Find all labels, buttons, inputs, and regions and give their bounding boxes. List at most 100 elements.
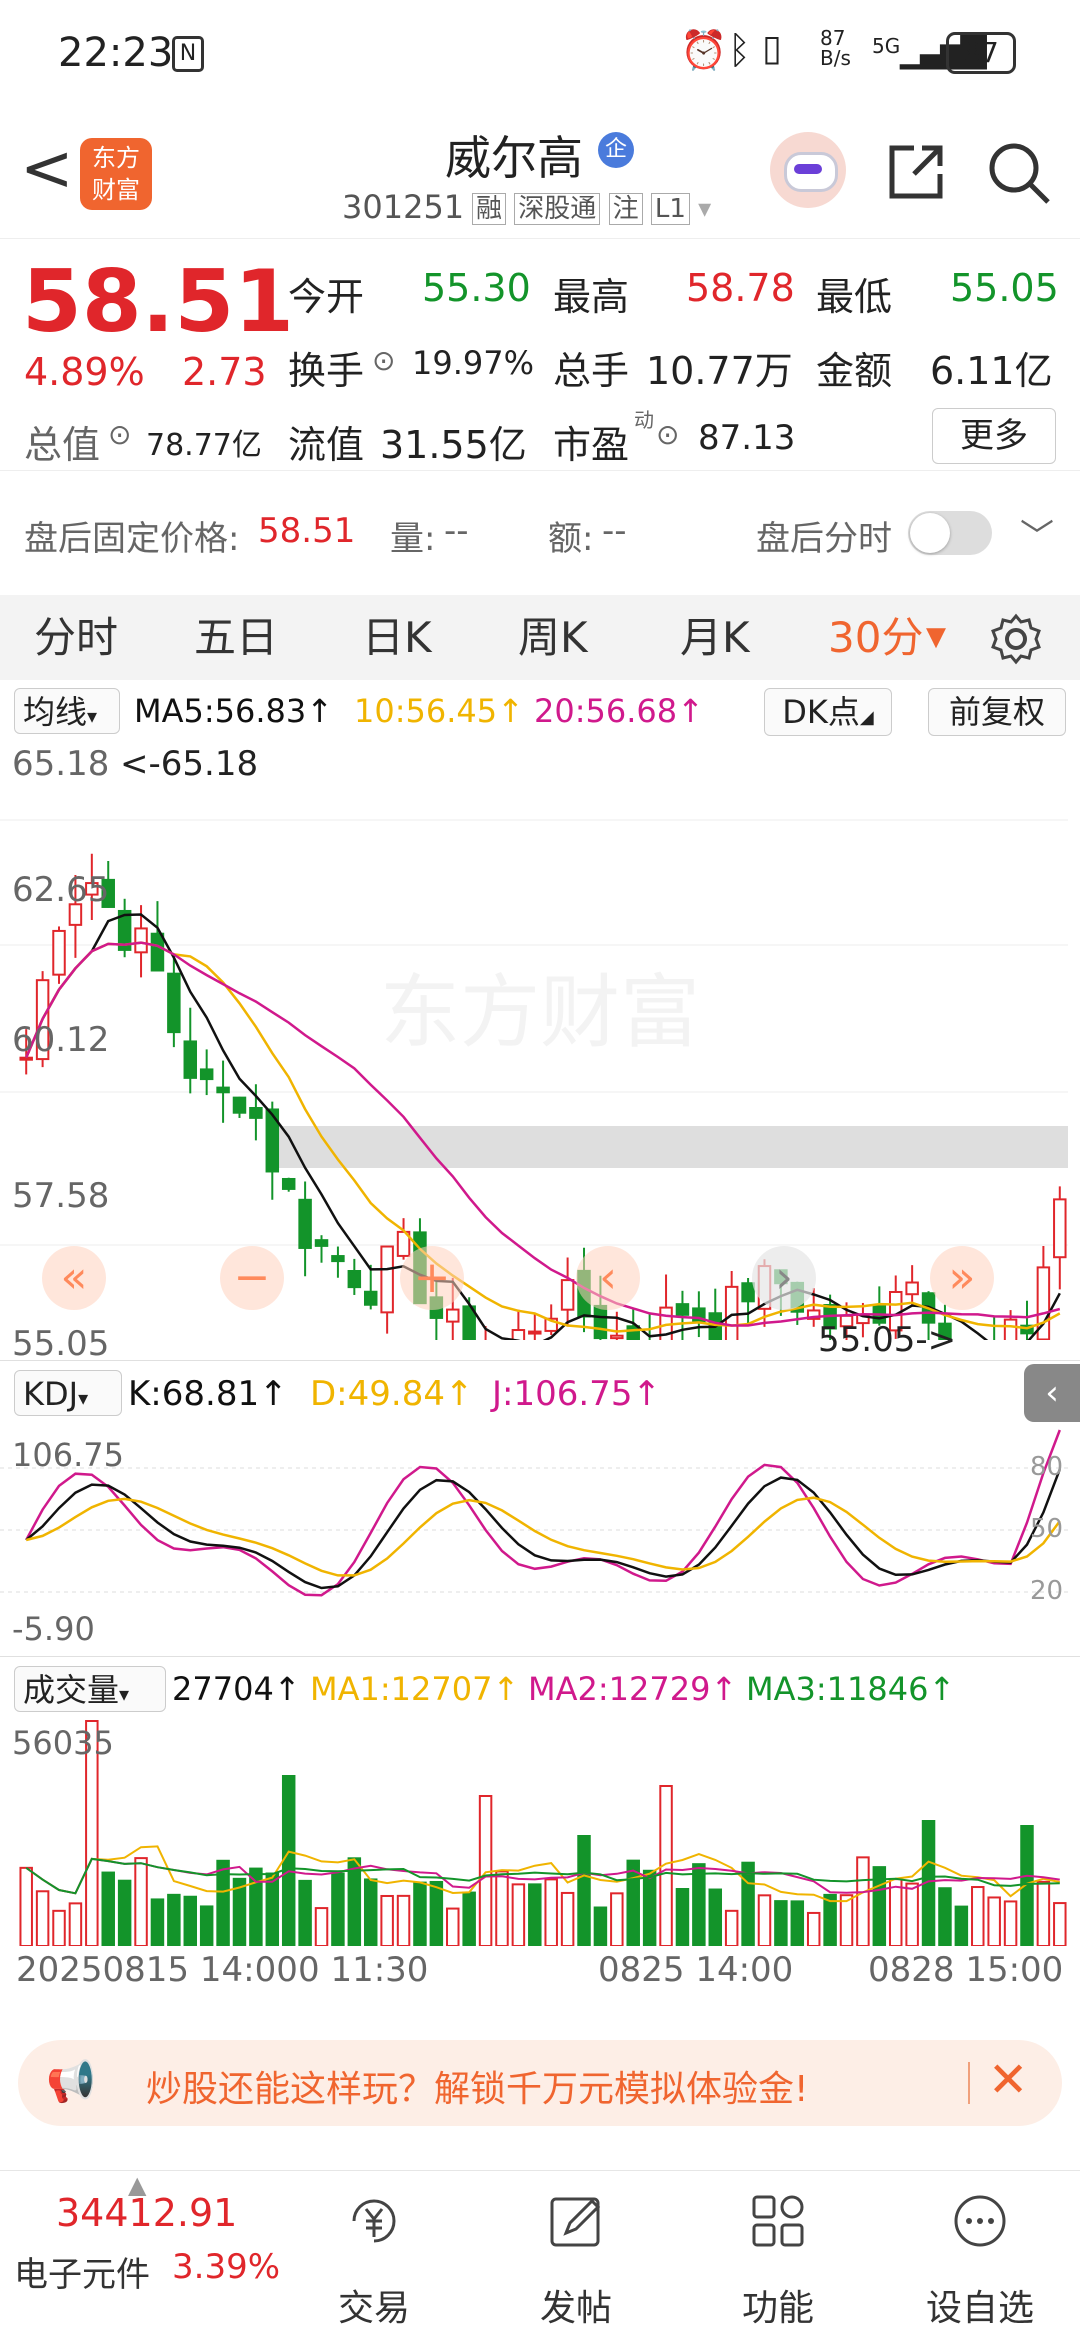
x-label-4: 0828 15:00 (868, 1950, 1064, 1990)
close-banner-button[interactable]: ✕ (988, 2052, 1028, 2108)
volume-ma2: MA2:12729↑ (528, 1670, 738, 1708)
index-value[interactable]: 34412.91 (56, 2191, 237, 2235)
volume-bar (199, 1905, 214, 1948)
stock-tags: 融 深股通 注 L1 ▾ (472, 188, 711, 225)
zoom-in-button[interactable]: + (400, 1246, 464, 1310)
tab-five-day[interactable]: 五日 (194, 595, 278, 680)
candle-body (1003, 1318, 1018, 1340)
chevron-down-icon[interactable]: ﹀ (1020, 509, 1054, 558)
candle-body (380, 1245, 394, 1314)
dk-point-button[interactable]: DK点◢ (764, 688, 892, 736)
kdj-line (25, 1468, 1061, 1590)
candle-body (593, 1304, 608, 1340)
share-icon[interactable] (884, 140, 948, 204)
after-hours-vol-label: 量: (390, 519, 436, 559)
y-tick-1: 65.18 (12, 744, 110, 784)
after-hours-toggle[interactable] (908, 511, 992, 555)
volume-bar (52, 1909, 66, 1948)
ma-indicator-label: 均线 (23, 693, 88, 731)
chart-watermark: 东方财富 (380, 966, 700, 1059)
scroll-left-button[interactable]: ‹ (576, 1246, 640, 1310)
scroll-right-button[interactable]: › (752, 1246, 816, 1310)
grid-icon (752, 2195, 804, 2247)
trade-button[interactable]: 交易 (304, 2171, 444, 2341)
jump-start-button[interactable]: « (42, 1246, 106, 1310)
pe-super: 动 (634, 408, 654, 432)
functions-button[interactable]: 功能 (708, 2171, 848, 2341)
tab-30min[interactable]: 30分 (828, 595, 923, 680)
volume-indicator-select[interactable]: 成交量▾ (14, 1666, 166, 1712)
jump-end-button[interactable]: » (930, 1246, 994, 1310)
volume-bar (331, 1872, 345, 1947)
change-percent: 4.89% (24, 350, 145, 394)
volume-bar (150, 1898, 165, 1947)
volume-bar (396, 1894, 411, 1947)
enterprise-badge: 企 (598, 132, 634, 168)
add-watchlist-button[interactable]: 设自选 (910, 2171, 1050, 2341)
after-hours-price: 58.51 (258, 511, 356, 551)
turnover-info-icon[interactable]: ⊙ (372, 344, 395, 377)
candlestick-chart[interactable]: 东方财富 (0, 740, 1080, 1340)
tab-30min-dropdown-icon[interactable]: ▼ (926, 595, 946, 680)
x-label-1: 20250815 14:00 (16, 1950, 298, 1990)
search-icon[interactable] (986, 140, 1052, 206)
volume-bar (183, 1895, 198, 1947)
kdj-y-bottom: -5.90 (12, 1610, 95, 1648)
volume-bar (167, 1893, 181, 1947)
low-marker: 55.05-> (818, 1320, 957, 1360)
collapse-panel-button[interactable]: ‹ (1024, 1364, 1080, 1422)
status-bar: 22:23 N ⏰ ᛒ ▯ 87 B/s 5G ▁▃▅▇ 87 (0, 0, 1080, 110)
adjust-button[interactable]: 前复权 (928, 688, 1066, 736)
post-button[interactable]: 发帖 (506, 2171, 646, 2341)
tab-monthly-k[interactable]: 月K (680, 595, 750, 680)
volume-bar (413, 1881, 427, 1947)
pe-info-icon[interactable]: ⊙ (656, 418, 679, 451)
settings-gear-icon[interactable] (990, 613, 1042, 665)
ma20-value: 20:56.68↑ (534, 692, 704, 730)
volume-value: 10.77万 (646, 349, 793, 393)
volume-bar (593, 1906, 608, 1948)
megaphone-icon: 📢 (46, 2059, 96, 2105)
index-change: 3.39% (172, 2247, 281, 2287)
tags-expand-icon[interactable]: ▾ (698, 194, 711, 224)
volume-chart[interactable] (0, 1716, 1080, 1950)
volume-bar (117, 1879, 132, 1947)
add-watchlist-label: 设自选 (925, 2288, 1034, 2329)
promo-banner[interactable]: 📢 炒股还能这样玩？解锁千万元模拟体验金! ✕ (18, 2040, 1062, 2126)
candle-body (298, 1198, 312, 1249)
candle-body (560, 1279, 575, 1311)
bottom-toolbar: ▲ 34412.91 电子元件 3.39% 交易 发帖 功能 设自选 (0, 2170, 1080, 2341)
high-value: 58.78 (686, 266, 795, 310)
tab-intraday[interactable]: 分时 (34, 595, 118, 680)
y-tick-3: 60.12 (12, 1020, 110, 1060)
mcap-label: 总值 (24, 423, 101, 467)
volume-bar (938, 1887, 952, 1947)
volume-bar (954, 1905, 969, 1948)
index-name[interactable]: 电子元件 (14, 2247, 150, 2296)
volume-bar (380, 1894, 394, 1947)
app-logo[interactable]: 东方 财富 (80, 138, 152, 210)
back-button[interactable]: < (20, 132, 74, 206)
stock-code: 301251 (342, 188, 465, 226)
volume-bar (544, 1878, 558, 1948)
mcap-info-icon[interactable]: ⊙ (108, 418, 131, 451)
volume-bar (741, 1861, 755, 1947)
candle-body (905, 1281, 919, 1296)
tab-daily-k[interactable]: 日K (362, 595, 432, 680)
high-marker: <-65.18 (120, 744, 259, 784)
period-tabs: 分时 五日 日K 周K 月K 30分 ▼ (0, 595, 1080, 680)
tab-weekly-k[interactable]: 周K (518, 595, 588, 680)
more-button[interactable]: 更多 (932, 408, 1056, 464)
kdj-j-value: J:106.75↑ (492, 1374, 661, 1414)
chart-area: 均线▾ MA5:56.83↑ 10:56.45↑ 20:56.68↑ DK点◢ … (0, 680, 1080, 2002)
ma-indicator-select[interactable]: 均线▾ (14, 688, 120, 734)
kdj-chart[interactable] (0, 1424, 1080, 1656)
kdj-indicator-select[interactable]: KDJ▾ (14, 1370, 122, 1416)
volume-bar (971, 1886, 985, 1947)
candle-body (150, 932, 165, 972)
open-label: 今开 (288, 275, 365, 319)
volume-bar (1053, 1902, 1067, 1947)
assistant-avatar[interactable] (770, 132, 846, 208)
zoom-out-button[interactable]: − (220, 1246, 284, 1310)
price-band (268, 1126, 1068, 1168)
